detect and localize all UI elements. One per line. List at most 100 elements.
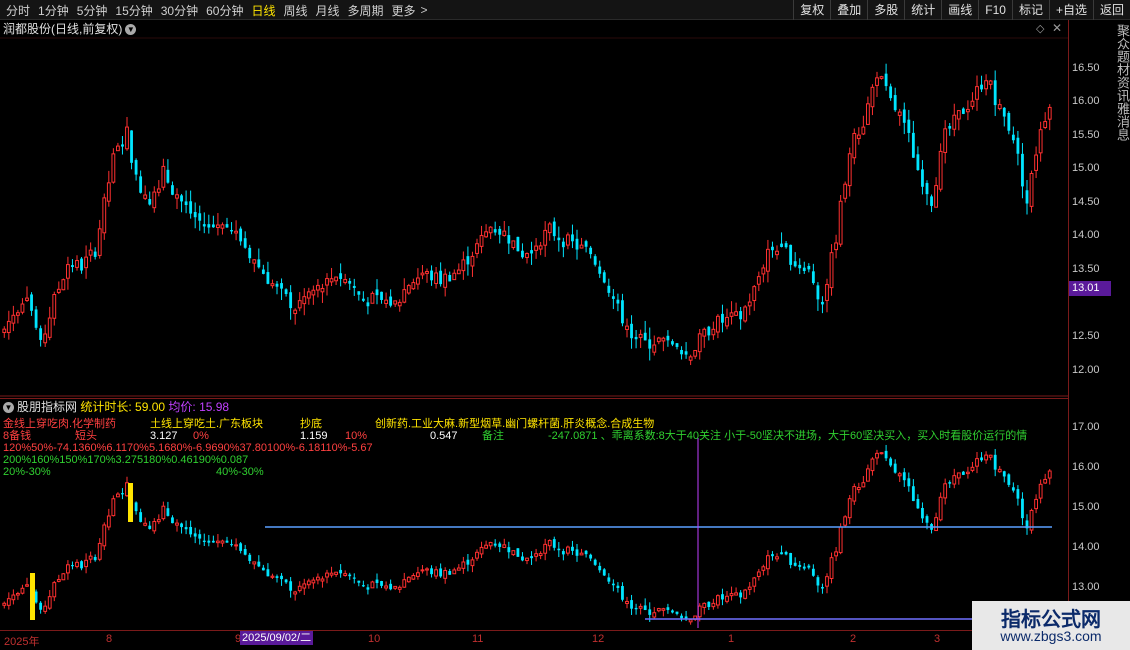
chevron-down-icon[interactable]: ▼ — [3, 402, 14, 414]
candle-body-up — [470, 255, 475, 267]
candle-body-up — [711, 328, 716, 336]
candle-body-down — [466, 559, 470, 565]
candle-body-up — [952, 475, 957, 485]
candle-body-down — [584, 241, 588, 247]
candle-body-down — [430, 270, 433, 281]
candle-body-down — [948, 482, 952, 484]
candle-body-down — [493, 543, 497, 546]
candle-body-up — [343, 278, 348, 284]
candle-body-up — [1038, 483, 1043, 499]
candle-body-up — [502, 230, 507, 237]
candle-body-up — [452, 569, 457, 575]
candle-body-up — [975, 458, 979, 467]
candle-body-up — [88, 249, 93, 256]
candle-body-down — [784, 243, 788, 248]
candle-body-down — [180, 195, 183, 202]
candle-body-up — [1029, 172, 1034, 207]
kline-chart[interactable] — [0, 0, 1130, 650]
candle-body-up — [175, 194, 179, 199]
candle-body-down — [1021, 498, 1024, 519]
candle-body-up — [52, 582, 57, 598]
candle-body-up — [566, 234, 570, 246]
candle-body-down — [284, 289, 288, 295]
candle-body-down — [571, 234, 574, 242]
candle-body-up — [856, 487, 861, 491]
candle-body-down — [893, 463, 897, 473]
candle-body-up — [852, 486, 857, 502]
candle-body-up — [697, 333, 702, 353]
candle-body-down — [198, 213, 202, 221]
candle-body-down — [634, 607, 638, 610]
candle-body-up — [484, 544, 489, 549]
candle-body-down — [598, 565, 602, 571]
candle-body-up — [461, 561, 466, 569]
candle-body-up — [370, 292, 375, 304]
indicator-tick-label: 15.00 — [1072, 501, 1100, 513]
candle-body-up — [725, 316, 729, 327]
candle-body-up — [302, 583, 307, 589]
candle-body-down — [375, 289, 379, 296]
candle-body-down — [784, 551, 788, 555]
candle-body-down — [961, 471, 965, 475]
candle-body-down — [448, 275, 452, 282]
candle-body-down — [466, 256, 470, 265]
side-news-text[interactable]: 聚众题材资讯雅消息 — [1114, 24, 1130, 394]
indicator-header: ▼ 股朋指标网 统计时长: 59.00 均价: 15.98 — [0, 398, 1068, 414]
candle-body-up — [870, 86, 875, 108]
candle-body-up — [988, 80, 993, 85]
candle-body-down — [366, 587, 370, 590]
candle-body-down — [448, 570, 452, 575]
candle-body-down — [707, 326, 711, 336]
candle-body-down — [339, 569, 343, 574]
candle-body-up — [775, 250, 779, 256]
candle-body-down — [575, 549, 579, 556]
candle-body-up — [956, 110, 961, 120]
candle-body-up — [966, 471, 970, 475]
candle-body-up — [829, 557, 834, 579]
candle-body-up — [425, 270, 429, 274]
candle-body-up — [656, 608, 661, 612]
candle-body-up — [479, 546, 484, 555]
candle-body-down — [348, 281, 352, 284]
candle-body-down — [507, 547, 511, 553]
candle-body-up — [297, 300, 302, 309]
candle-body-down — [916, 498, 920, 509]
candle-body-up — [61, 573, 66, 581]
candle-body-up — [579, 244, 584, 249]
candle-body-down — [930, 196, 933, 206]
candle-body-up — [870, 458, 875, 472]
candle-body-down — [680, 349, 683, 355]
candle-body-up — [525, 557, 529, 562]
cursor-date: 2025/09/02/二 — [240, 631, 314, 645]
candle-body-down — [184, 201, 188, 206]
candle-body-down — [907, 119, 911, 133]
candle-body-down — [925, 183, 929, 195]
date-tick-label: 12 — [592, 633, 605, 645]
candle-body-up — [470, 559, 475, 567]
candle-body-down — [1002, 471, 1006, 477]
candle-body-down — [793, 562, 797, 566]
candle-body-up — [697, 605, 702, 618]
candle-body-up — [716, 315, 720, 333]
candle-body-up — [897, 473, 902, 477]
candle-body-down — [948, 126, 952, 129]
indicator-tick-label: 17.00 — [1072, 421, 1100, 433]
candle-body-up — [743, 306, 748, 322]
candle-body-up — [661, 608, 666, 611]
candle-body-down — [1016, 137, 1020, 154]
candle-body-down — [643, 332, 647, 341]
candle-body-down — [811, 568, 815, 576]
candle-body-up — [725, 595, 729, 602]
candle-body-up — [475, 551, 479, 559]
candle-body-down — [921, 507, 924, 519]
candle-body-up — [411, 575, 416, 580]
candle-body-up — [452, 272, 457, 281]
candle-body-down — [516, 548, 520, 557]
candle-body-up — [966, 108, 970, 113]
candle-body-up — [834, 242, 839, 251]
candle-body-down — [816, 285, 820, 300]
candle-body-up — [397, 301, 402, 307]
candle-body-up — [943, 128, 948, 153]
candle-body-up — [16, 312, 20, 316]
candle-body-down — [266, 272, 270, 284]
